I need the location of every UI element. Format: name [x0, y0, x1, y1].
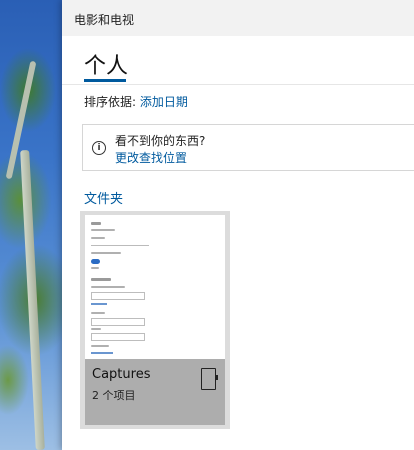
thumb-link-line: [91, 352, 113, 354]
thumb-link-line: [91, 303, 107, 305]
folders-section-header: 文件夹: [84, 192, 124, 207]
thumb-toggle: [91, 259, 100, 264]
sort-dropdown[interactable]: 添加日期: [140, 95, 188, 109]
info-heading: 看不到你的东西?: [115, 134, 206, 148]
thumb-dropdown: [91, 333, 145, 341]
header-divider: [62, 84, 414, 85]
thumb-text-line: [91, 222, 101, 225]
thumb-slider: [91, 245, 149, 246]
thumb-text-line: [91, 237, 105, 239]
page-title-underline: [84, 79, 126, 82]
info-circle-icon: i: [92, 141, 106, 155]
app-window: 电影和电视 个人 排序依据: 添加日期 i 看不到你的东西? 更改查找位置 文件…: [62, 0, 414, 450]
page-title: 个人: [84, 54, 129, 79]
thumb-text-line: [91, 267, 99, 269]
info-panel: i 看不到你的东西? 更改查找位置: [82, 124, 414, 171]
folder-item-count: 2 个项目: [92, 389, 136, 402]
sort-label: 排序依据:: [84, 95, 140, 109]
thumb-dropdown: [91, 318, 145, 326]
tree-trunk: [20, 149, 45, 450]
thumb-text-line: [91, 286, 125, 288]
folder-name: Captures: [92, 367, 151, 382]
thumb-text-line: [91, 345, 109, 347]
folder-thumbnail: [85, 215, 225, 359]
tablet-device-icon: [201, 368, 218, 390]
thumb-dropdown: [91, 292, 145, 300]
app-title: 电影和电视: [74, 13, 135, 27]
thumb-text-line: [91, 312, 105, 314]
thumb-text-line: [91, 328, 101, 330]
sort-row: 排序依据: 添加日期: [84, 93, 188, 110]
thumb-text-line: [91, 229, 115, 231]
change-locations-link[interactable]: 更改查找位置: [115, 149, 187, 166]
thumb-text-line: [91, 252, 121, 254]
folder-tile-captures[interactable]: Captures 2 个项目: [80, 211, 230, 429]
thumb-text-line: [91, 278, 111, 281]
title-bar[interactable]: 电影和电视: [62, 0, 414, 36]
folder-tile-footer: Captures 2 个项目: [85, 359, 225, 425]
